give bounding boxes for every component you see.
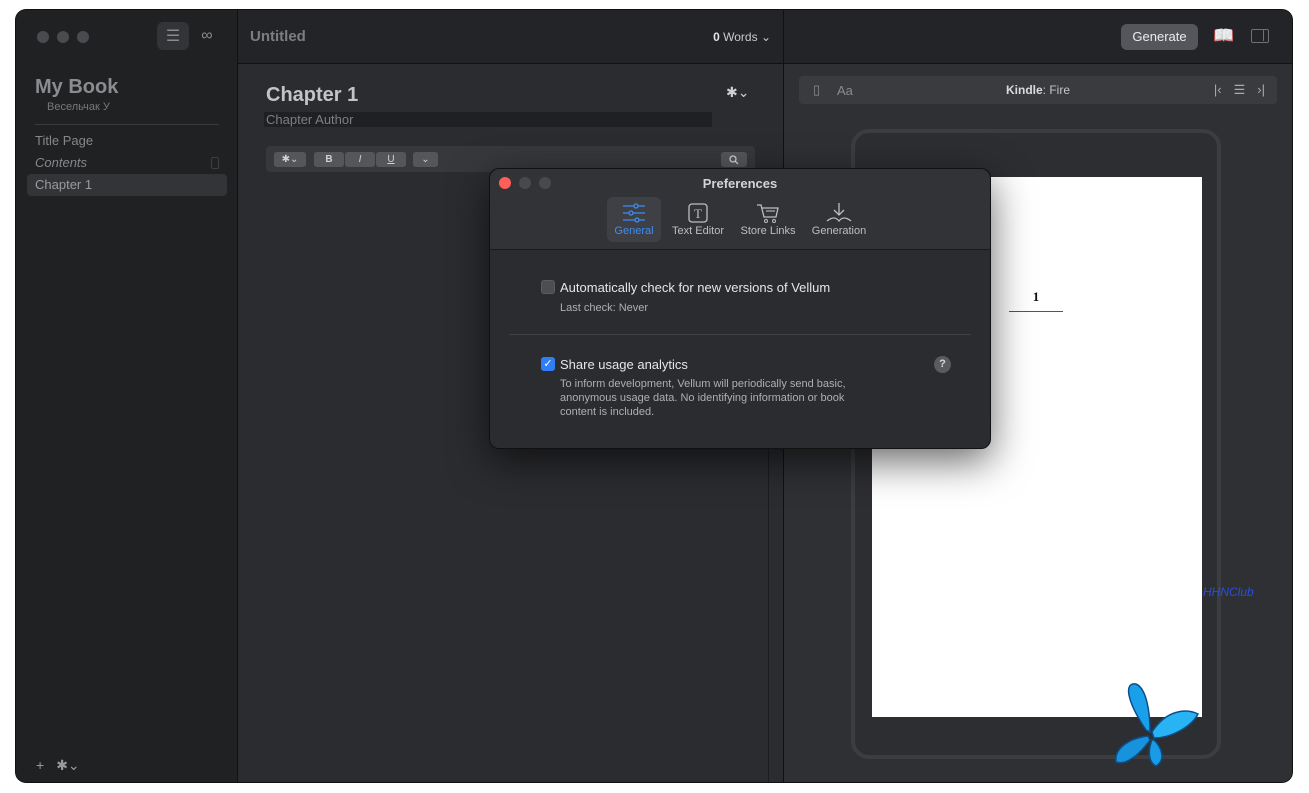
device-icon (211, 157, 219, 169)
watermark-text: HHNClub (1203, 585, 1254, 599)
svg-text:T: T (694, 206, 702, 221)
book-title[interactable]: My Book (35, 76, 118, 99)
sidebar-toggle-icon[interactable] (1251, 29, 1269, 43)
preview-toolbar: ▯ Aa Kindle: Fire |‹ ☰ ›| (799, 76, 1277, 104)
italic-button[interactable]: I (345, 152, 375, 167)
device-selector[interactable]: Kindle: Fire (799, 83, 1277, 97)
chevron-down-icon: ⌄ (421, 154, 430, 165)
chevron-down-icon: ⌄ (760, 30, 771, 44)
tab-label: Store Links (740, 225, 796, 237)
preferences-toolbar: Preferences General T Text Editor Store … (490, 169, 990, 250)
last-page-icon[interactable]: ›| (1257, 82, 1265, 98)
text-box-icon: T (688, 203, 708, 223)
tab-text-editor[interactable]: T Text Editor (668, 197, 728, 242)
checkmark-icon: ✓ (543, 358, 553, 370)
sliders-icon (623, 203, 645, 223)
book-author: Весельчак У (47, 101, 110, 113)
word-count-label: Words (723, 30, 758, 44)
list-icon: ☰ (165, 28, 181, 45)
section-divider (509, 334, 971, 335)
device-brand: Kindle (1005, 83, 1043, 97)
chapter-author-field[interactable]: Chapter Author (264, 112, 712, 127)
auto-check-checkbox[interactable] (541, 280, 555, 294)
help-button[interactable]: ? (934, 356, 951, 373)
first-page-icon[interactable]: |‹ (1214, 82, 1222, 98)
tab-label: Text Editor (672, 225, 724, 237)
last-check-text: Last check: Never (560, 302, 649, 314)
flourish-icon: ∞ (201, 27, 213, 44)
search-icon (729, 154, 739, 164)
tab-label: General (614, 225, 654, 237)
preview-header: Generate 📖 (783, 10, 1292, 64)
gear-icon: ✱ (726, 84, 738, 100)
book-preview-icon[interactable]: 📖 (1213, 26, 1234, 46)
chapter-title[interactable]: Chapter 1 (266, 84, 358, 107)
toc-icon[interactable]: ☰ (1234, 82, 1246, 98)
style-menu-button[interactable]: ✱⌄ (274, 152, 306, 167)
list-view-button[interactable]: ☰ (157, 22, 189, 50)
sidebar-item-title-page[interactable]: Title Page (27, 130, 227, 152)
page-navigation: |‹ ☰ ›| (1214, 82, 1265, 98)
word-count-number: 0 (713, 30, 720, 44)
search-button[interactable] (721, 152, 747, 167)
download-book-icon (826, 203, 852, 223)
editor-header: Untitled 0 Words ⌄ (238, 10, 783, 64)
sidebar: ☰ ∞ My Book Весельчак У Title Page Conte… (16, 10, 238, 782)
chevron-down-icon: ⌄ (737, 84, 750, 100)
more-format-button[interactable]: ⌄ (413, 152, 438, 167)
gear-menu-icon[interactable]: ✱⌄ (56, 757, 79, 774)
auto-check-label: Automatically check for new versions of … (560, 280, 831, 295)
preferences-dialog: Preferences General T Text Editor Store … (489, 168, 991, 449)
sidebar-item-chapter-1[interactable]: Chapter 1 (27, 174, 227, 196)
dialog-title: Preferences (702, 176, 778, 191)
ornament-button[interactable]: ∞ (191, 22, 223, 50)
chapter-settings-button[interactable]: ✱⌄ (726, 84, 749, 101)
zoom-dot[interactable] (77, 31, 89, 43)
tab-label: Generation (811, 225, 867, 237)
analytics-description-line-1: To inform development, Vellum will perio… (560, 378, 846, 390)
analytics-description-line-3: content is included. (560, 406, 655, 418)
cart-icon (757, 204, 779, 223)
document-title: Untitled (250, 28, 306, 45)
sidebar-item-label: Contents (35, 155, 88, 170)
close-dot[interactable] (37, 31, 49, 43)
page-number: 1 (1009, 289, 1063, 312)
generate-button[interactable]: Generate (1121, 24, 1198, 50)
add-icon[interactable]: + (36, 757, 44, 774)
sidebar-footer: + ✱⌄ (36, 757, 80, 774)
sidebar-item-contents[interactable]: Contents (27, 152, 227, 174)
analytics-description-line-2: anonymous usage data. No identifying inf… (560, 392, 845, 404)
device-model: : Fire (1042, 83, 1070, 97)
analytics-checkbox[interactable]: ✓ (541, 357, 555, 371)
tab-general[interactable]: General (607, 197, 661, 242)
minimize-dot[interactable] (57, 31, 69, 43)
window-controls (37, 31, 89, 43)
tab-generation[interactable]: Generation (808, 197, 870, 242)
analytics-label: Share usage analytics (560, 357, 688, 372)
butterfly-logo (1115, 683, 1200, 767)
word-count-button[interactable]: 0 Words ⌄ (713, 30, 771, 44)
underline-button[interactable]: U (376, 152, 406, 167)
tab-store-links[interactable]: Store Links (736, 197, 800, 242)
asterisk-icon: ✱⌄ (281, 154, 299, 165)
sidebar-divider (35, 124, 219, 125)
bold-button[interactable]: B (314, 152, 344, 167)
